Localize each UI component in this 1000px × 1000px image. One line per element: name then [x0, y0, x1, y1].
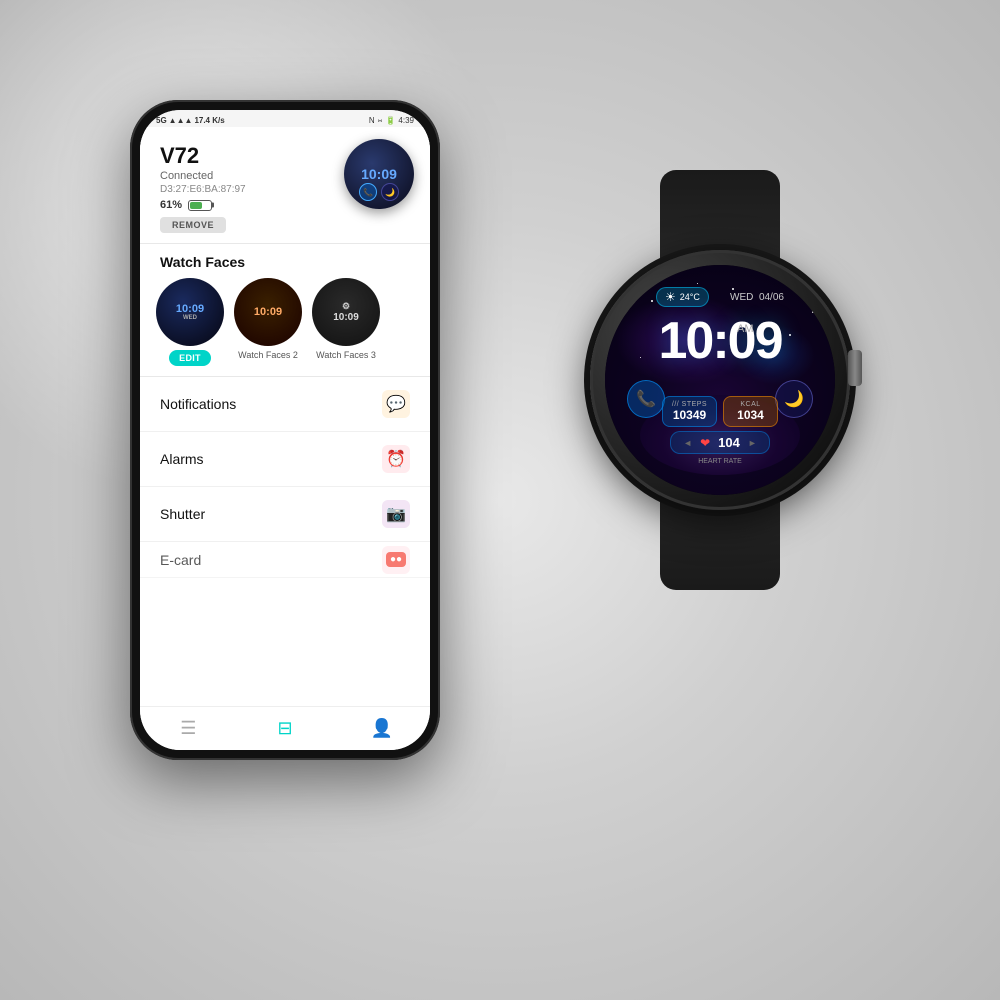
sun-icon: ☀: [665, 290, 676, 304]
left-arrow-icon: ◄: [625, 292, 635, 303]
menu-item-ecard[interactable]: E-card ●●: [140, 542, 430, 578]
app-content: V72 Connected D3:27:E6:BA:87:97 61% REMO…: [140, 127, 430, 706]
watch-case: ◄ ☀ 24°C WED 04/06 ►: [590, 250, 850, 510]
right-arrow-icon: ►: [805, 292, 815, 303]
wf-time-1: 10:09 WED: [176, 303, 204, 321]
shutter-label: Shutter: [160, 506, 205, 522]
watch-time-digits: 10:09: [659, 312, 782, 370]
status-left: 5G ▲▲▲ 17.4 K/s: [156, 116, 225, 125]
notifications-icon: 💬: [382, 390, 410, 418]
phone-inner: 5G ▲▲▲ 17.4 K/s N ⑅ 🔋 4:39 V72 Connected: [140, 110, 430, 750]
watch-face-item-3[interactable]: ⚙ 10:09 Watch Faces 3: [312, 278, 380, 366]
watch-time: 10:09 AM: [605, 315, 835, 367]
watch-face-item-1[interactable]: 10:09 WED EDIT: [156, 278, 224, 366]
nav-item-menu[interactable]: ☰: [140, 707, 237, 750]
wf-time-2: 10:09: [254, 306, 282, 318]
watch-stats-row-1: /// STEPS 10349 KCAL 1034: [662, 396, 778, 427]
menu-item-shutter[interactable]: Shutter 📷: [140, 487, 430, 542]
battery-status: 🔋: [385, 116, 395, 125]
watch-face-label-3: Watch Faces 3: [316, 350, 376, 360]
watch-day: WED: [730, 292, 753, 303]
hr-left-arrow: ◄: [683, 438, 692, 448]
kcal-value: 1034: [737, 408, 764, 422]
app-header: V72 Connected D3:27:E6:BA:87:97 61% REMO…: [140, 127, 430, 243]
watch-face-circle-3: ⚙ 10:09: [312, 278, 380, 346]
status-right: N ⑅ 🔋 4:39: [369, 116, 414, 125]
shutter-icon: 📷: [382, 500, 410, 528]
menu-nav-icon: ☰: [180, 718, 196, 739]
bottom-nav: ☰ ⊟ 👤: [140, 706, 430, 750]
watch-screen: ◄ ☀ 24°C WED 04/06 ►: [605, 265, 835, 495]
watch-date-value: 04/06: [759, 292, 784, 303]
watch-face-circle-2: 10:09: [234, 278, 302, 346]
notifications-label: Notifications: [160, 396, 236, 412]
watch-faces-title: Watch Faces: [140, 244, 430, 278]
alarms-label: Alarms: [160, 451, 204, 467]
ecard-icon: ●●: [382, 546, 410, 574]
nav-item-home[interactable]: ⊟: [237, 707, 334, 750]
steps-label: /// STEPS: [672, 401, 707, 408]
ecard-label: E-card: [160, 552, 201, 568]
smartwatch: ◄ ☀ 24°C WED 04/06 ►: [540, 170, 900, 590]
watch-face-item-2[interactable]: 10:09 Watch Faces 2: [234, 278, 302, 366]
kcal-stat-box: KCAL 1034: [723, 396, 778, 427]
heart-rate-row: ◄ ❤ 104 ►: [670, 431, 770, 454]
watch-body: ◄ ☀ 24°C WED 04/06 ►: [540, 170, 900, 590]
wf-time-3: ⚙ 10:09: [333, 301, 359, 323]
signal-bars: ▲▲▲: [169, 116, 193, 125]
watch-date: WED 04/06: [730, 292, 784, 303]
remove-button[interactable]: REMOVE: [160, 217, 226, 233]
heart-icon: ❤: [700, 436, 710, 450]
watch-crown: [848, 350, 862, 386]
watch-stats: /// STEPS 10349 KCAL 1034 ◄ ❤ 104: [605, 396, 835, 465]
heart-rate-value: 104: [718, 435, 740, 450]
hr-right-arrow: ►: [748, 438, 757, 448]
temperature-value: 24°C: [680, 292, 700, 302]
profile-nav-icon: 👤: [370, 718, 392, 739]
alarms-icon: ⏰: [382, 445, 410, 473]
home-nav-icon: ⊟: [277, 718, 292, 739]
watch-ampm: AM: [737, 323, 754, 335]
phone: 5G ▲▲▲ 17.4 K/s N ⑅ 🔋 4:39 V72 Connected: [130, 100, 440, 760]
battery-bar: [188, 200, 212, 211]
bluetooth-icon: ⑅: [378, 116, 383, 125]
battery-fill: [190, 202, 202, 209]
watch-face-label-2: Watch Faces 2: [238, 350, 298, 360]
weather-badge: ☀ 24°C: [656, 287, 709, 307]
status-bar: 5G ▲▲▲ 17.4 K/s N ⑅ 🔋 4:39: [140, 110, 430, 127]
steps-value: 10349: [673, 408, 706, 422]
network-indicator: 5G: [156, 116, 167, 125]
kcal-label: KCAL: [740, 401, 760, 408]
battery-percent: 61%: [160, 199, 182, 211]
menu-item-notifications[interactable]: Notifications 💬: [140, 377, 430, 432]
speed-indicator: 17.4 K/s: [194, 116, 224, 125]
status-time: 4:39: [398, 116, 414, 125]
notification-icon: N: [369, 116, 375, 125]
nav-item-profile[interactable]: 👤: [333, 707, 430, 750]
watch-face-circle-1: 10:09 WED: [156, 278, 224, 346]
watch-thumbnail: 10:09 📞 🌙: [344, 139, 414, 209]
watch-faces-row: 10:09 WED EDIT 10:09 Watch: [140, 278, 430, 376]
menu-item-alarms[interactable]: Alarms ⏰: [140, 432, 430, 487]
steps-stat-box: /// STEPS 10349: [662, 396, 717, 427]
heart-rate-label: HEART RATE: [698, 458, 742, 465]
watch-top-row: ◄ ☀ 24°C WED 04/06 ►: [605, 287, 835, 307]
edit-badge[interactable]: EDIT: [169, 350, 211, 366]
watch-thumb-image: 10:09 📞 🌙: [344, 139, 414, 209]
scene: 5G ▲▲▲ 17.4 K/s N ⑅ 🔋 4:39 V72 Connected: [50, 50, 950, 950]
